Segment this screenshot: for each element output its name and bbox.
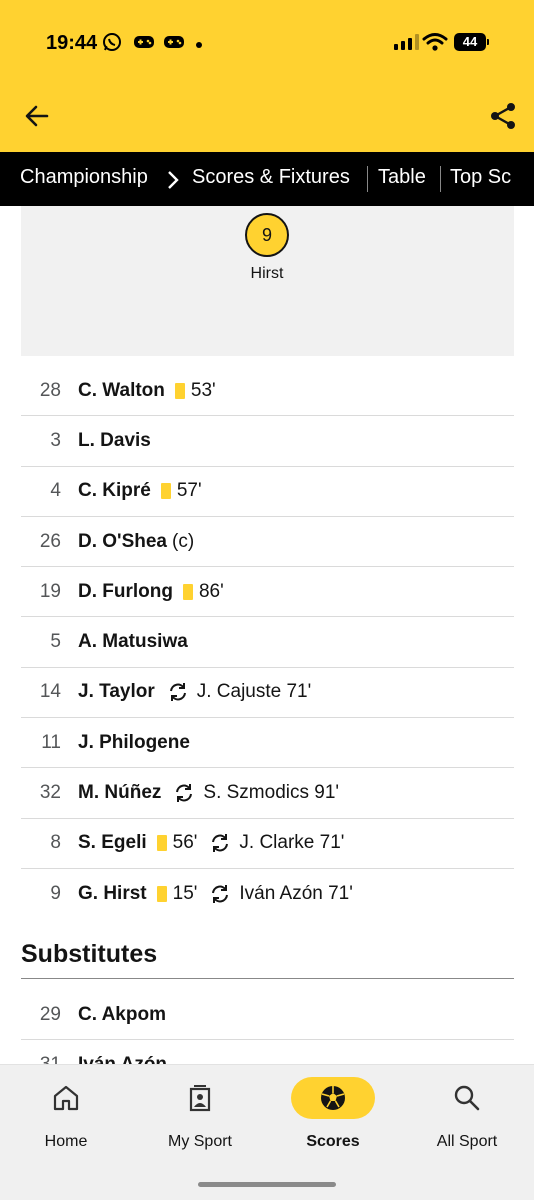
card-minute: 86' [198,580,224,602]
shirt-number: 14 [39,681,61,703]
game-controller-icon [134,36,154,48]
nav-link-scores-fixtures[interactable]: Scores & Fixtures [192,166,350,189]
yellow-card-icon [182,583,193,600]
yellow-card-icon [156,886,167,903]
nav-link-table[interactable]: Table [378,166,426,189]
player-name: M. Núñez [78,782,162,804]
battery-tip [487,39,489,45]
bottom-navigation: Home My Sport Scores All Sport [0,1064,534,1200]
shirt-number: 3 [50,429,61,451]
nav-tab-home[interactable]: Home [6,1081,126,1151]
lineup-row[interactable]: 3 L. Davis [21,416,514,467]
cellular-signal-icon [394,34,419,50]
shirt-number: 4 [50,480,61,502]
yellow-card-icon [160,483,171,500]
player-name: J. Taylor [78,681,155,703]
nav-tab-label: My Sport [167,1133,232,1150]
lineup-row[interactable]: 28 C. Walton 53' [21,366,514,417]
notification-dot [196,42,202,48]
nav-tab-scores[interactable]: Scores [273,1077,393,1151]
app-header: 19:44 44 [0,0,534,152]
substitute-info: J. Cajuste 71' [196,681,312,703]
player-name: J. Philogene [78,731,190,753]
lineup-row[interactable]: 9 G. Hirst 15' Iván Azón 71' [21,869,514,919]
shirt-number: 11 [41,731,61,753]
player-name: C. Kipré [78,480,151,502]
substitute-info: J. Clarke 71' [239,832,345,854]
shirt-number: 28 [39,379,61,401]
substitution-icon [212,885,229,904]
lineup-row[interactable]: 32 M. Núñez S. Szmodics 91' [21,768,514,819]
football-icon [321,1086,345,1110]
pitch-player-name: Hirst [250,265,284,282]
battery-indicator: 44 [454,33,486,51]
wifi-icon [422,33,448,51]
shirt-number: 26 [39,530,61,552]
card-minute: 57' [176,480,202,502]
nav-link-top-scorers[interactable]: Top Sc [450,166,511,189]
player-name: D. Furlong [78,580,173,602]
substitution-icon [212,834,229,853]
status-bar: 19:44 44 [0,0,534,90]
captain-marker: (c) [172,530,195,552]
substitute-row[interactable]: 29 C. Akpom [21,990,514,1041]
lineup-row[interactable]: 11 J. Philogene [21,718,514,769]
game-controller-icon [164,36,184,48]
shirt-number: 32 [39,782,61,804]
substitution-icon [169,683,186,702]
player-name: C. Akpom [78,1003,166,1025]
section-nav: Championship Scores & Fixtures Table Top… [0,152,534,206]
nav-divider [440,166,441,192]
lineup-list: 28 C. Walton 53' 3 L. Davis 4 C. Kipré 5… [21,366,514,919]
my-sport-icon [189,1085,211,1112]
card-minute: 53' [190,379,216,401]
search-icon [454,1085,480,1111]
substitute-info: S. Szmodics 91' [203,782,340,804]
card-minute: 15' [172,883,198,905]
substitutes-heading: Substitutes [21,940,158,968]
whatsapp-icon [103,33,121,51]
card-minute: 56' [172,832,198,854]
yellow-card-icon [174,382,185,399]
nav-tab-my-sport[interactable]: My Sport [140,1081,260,1151]
chevron-right-icon [168,171,179,189]
player-number-badge[interactable]: 9 [245,213,289,257]
yellow-card-icon [156,835,167,852]
nav-tab-label: Home [44,1133,88,1150]
back-arrow-icon[interactable] [22,101,52,131]
lineup-row[interactable]: 4 C. Kipré 57' [21,467,514,517]
player-name: G. Hirst [78,883,147,905]
player-name: S. Egeli [78,832,147,854]
nav-tab-label: Scores [306,1133,360,1150]
substitution-icon [176,784,193,803]
status-time: 19:44 [46,32,98,54]
divider [21,978,514,979]
lineup-row[interactable]: 5 A. Matusiwa [21,617,514,668]
home-icon [53,1085,79,1111]
shirt-number: 8 [50,832,61,854]
shirt-number: 19 [39,580,61,602]
substitute-info: Iván Azón 71' [239,883,353,905]
nav-tab-all-sport[interactable]: All Sport [407,1081,527,1151]
shirt-number: 9 [50,883,61,905]
home-indicator [198,1182,336,1187]
nav-tab-label: All Sport [436,1133,498,1150]
nav-divider [367,166,368,192]
shirt-number: 5 [50,631,61,653]
shirt-number: 29 [39,1003,61,1025]
player-name: C. Walton [78,379,165,401]
lineup-row[interactable]: 19 D. Furlong 86' [21,567,514,618]
player-name: L. Davis [78,429,151,451]
lineup-row[interactable]: 14 J. Taylor J. Cajuste 71' [21,668,514,719]
breadcrumb-championship[interactable]: Championship [20,166,148,189]
lineup-row[interactable]: 8 S. Egeli 56' J. Clarke 71' [21,819,514,869]
share-icon[interactable] [488,101,518,131]
player-name: D. O'Shea [78,530,167,552]
player-name: A. Matusiwa [78,631,188,653]
lineup-row[interactable]: 26 D. O'Shea (c) [21,517,514,568]
